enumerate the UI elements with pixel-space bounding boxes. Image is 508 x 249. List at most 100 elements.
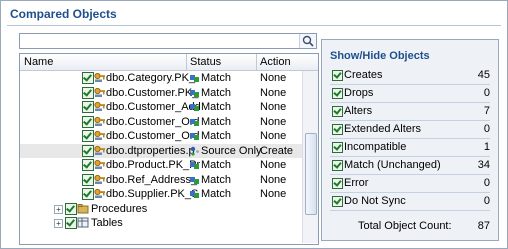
filter-do-not-sync[interactable]: Do Not Sync 0 xyxy=(330,194,492,208)
search-button[interactable] xyxy=(299,34,316,48)
row-action[interactable]: None xyxy=(260,87,300,99)
filter-label: Do Not Sync xyxy=(344,195,406,207)
row-checkbox[interactable] xyxy=(82,101,94,113)
match-status-icon xyxy=(190,176,199,184)
filter-checkbox[interactable] xyxy=(332,124,343,135)
total-count-value: 87 xyxy=(477,220,490,232)
row-action[interactable]: None xyxy=(260,159,300,171)
search-field[interactable] xyxy=(19,33,317,49)
filter-count: 7 xyxy=(483,105,490,117)
table-row[interactable]: dbo.Supplier.PK_S Match None xyxy=(20,187,302,202)
row-action[interactable]: None xyxy=(260,174,300,186)
key-object-icon xyxy=(94,174,105,184)
filter-checkbox[interactable] xyxy=(332,70,343,81)
row-action[interactable]: None xyxy=(260,101,300,113)
row-checkbox[interactable] xyxy=(82,130,94,142)
row-checkbox[interactable] xyxy=(82,159,94,171)
filter-label: Extended Alters xyxy=(344,123,422,135)
key-object-icon xyxy=(94,116,105,126)
filter-checkbox[interactable] xyxy=(332,88,343,99)
vertical-scrollbar[interactable] xyxy=(302,71,318,243)
filter-count: 0 xyxy=(483,177,490,189)
row-checkbox[interactable] xyxy=(82,86,94,99)
row-divider xyxy=(330,156,490,157)
filter-label: Alters xyxy=(344,105,373,117)
filter-checkbox[interactable] xyxy=(332,160,343,171)
row-divider xyxy=(330,102,490,103)
header-action[interactable]: Action xyxy=(260,56,291,68)
table-row[interactable]: dbo.Customer_Ord Match None xyxy=(20,115,302,130)
group-label: Procedures xyxy=(91,202,148,215)
filter-incompatible[interactable]: Incompatible 1 xyxy=(330,140,492,154)
tree-group-tables[interactable]: + Tables xyxy=(20,216,302,231)
filter-error[interactable]: Error 0 xyxy=(330,176,492,190)
filter-checkbox[interactable] xyxy=(332,106,343,117)
table-icon xyxy=(77,217,89,228)
row-checkbox[interactable] xyxy=(82,188,94,200)
table-row[interactable]: dbo.Ref_Address_ Match None xyxy=(20,173,302,188)
header-name[interactable]: Name xyxy=(24,56,53,68)
header-divider xyxy=(186,54,187,70)
filter-count: 34 xyxy=(477,159,490,171)
objects-grid: Name Status Action dbo.Category.PK_ Matc… xyxy=(19,53,319,245)
filter-extended-alters[interactable]: Extended Alters 0 xyxy=(330,122,492,136)
group-checkbox[interactable] xyxy=(65,202,77,215)
row-action[interactable]: None xyxy=(260,130,300,142)
row-name: dbo.Customer_Add xyxy=(106,101,201,113)
row-name: dbo.Customer_Ord xyxy=(106,115,200,128)
scrollbar-thumb[interactable] xyxy=(305,133,317,215)
row-divider xyxy=(330,192,490,193)
key-object-icon xyxy=(94,130,105,140)
row-action[interactable]: None xyxy=(260,188,300,200)
filter-label: Creates xyxy=(344,69,383,81)
filter-count: 0 xyxy=(483,195,490,207)
expand-icon[interactable]: + xyxy=(54,204,63,214)
match-status-icon xyxy=(190,162,199,169)
row-name: dbo.Category.PK_ xyxy=(106,72,196,84)
row-action[interactable]: Create xyxy=(260,145,300,157)
group-label: Tables xyxy=(91,217,123,229)
row-checkbox[interactable] xyxy=(82,144,94,157)
row-name: dbo.Ref_Address_ xyxy=(106,173,198,186)
filter-count: 1 xyxy=(483,141,490,153)
key-object-icon xyxy=(94,87,105,97)
row-name: dbo.Product.PK_Pr xyxy=(106,159,201,171)
row-action[interactable]: None xyxy=(260,116,300,128)
table-row[interactable]: dbo.Product.PK_Pr Match None xyxy=(20,158,302,173)
tree-group-procedures[interactable]: + Procedures xyxy=(20,202,302,217)
header-status[interactable]: Status xyxy=(190,56,221,68)
filter-checkbox[interactable] xyxy=(332,196,343,207)
group-checkbox[interactable] xyxy=(65,217,77,229)
table-row-selected[interactable]: dbo.dtproperties.p Source Only Create xyxy=(20,143,302,158)
filter-checkbox[interactable] xyxy=(332,178,343,189)
expand-icon[interactable]: + xyxy=(54,219,63,228)
total-count-label: Total Object Count: xyxy=(358,220,452,232)
row-name: dbo.Customer_Ord xyxy=(106,130,200,142)
filter-count: 45 xyxy=(477,69,490,81)
filter-match-unchanged[interactable]: Match (Unchanged) 34 xyxy=(330,158,492,172)
match-status-icon xyxy=(190,191,199,198)
compared-objects-window: Compared Objects Name Status Action dbo.… xyxy=(0,0,508,249)
table-row[interactable]: dbo.Customer_Ord Match None xyxy=(20,129,302,144)
row-name: dbo.dtproperties.p xyxy=(106,144,195,157)
filter-label: Error xyxy=(344,177,369,189)
filter-count: 0 xyxy=(483,123,490,135)
table-row[interactable]: dbo.Category.PK_ Match None xyxy=(20,71,302,86)
source-only-status-icon xyxy=(190,146,199,156)
filter-alters[interactable]: Alters 7 xyxy=(330,104,492,118)
row-action[interactable]: None xyxy=(260,72,300,84)
match-status-icon xyxy=(190,104,199,111)
row-checkbox[interactable] xyxy=(82,115,94,128)
table-row[interactable]: dbo.Customer_Add Match None xyxy=(20,100,302,115)
row-checkbox[interactable] xyxy=(82,173,94,186)
key-object-icon xyxy=(94,101,105,111)
match-status-icon xyxy=(190,133,199,140)
row-checkbox[interactable] xyxy=(82,72,94,84)
table-row[interactable]: dbo.Customer.PK_ Match None xyxy=(20,86,302,101)
filter-checkbox[interactable] xyxy=(332,142,343,153)
filter-drops[interactable]: Drops 0 xyxy=(330,86,492,100)
match-status-icon xyxy=(190,89,199,97)
filter-creates[interactable]: Creates 45 xyxy=(330,68,492,82)
section-title: Compared Objects xyxy=(10,7,117,21)
search-input[interactable] xyxy=(22,34,298,48)
